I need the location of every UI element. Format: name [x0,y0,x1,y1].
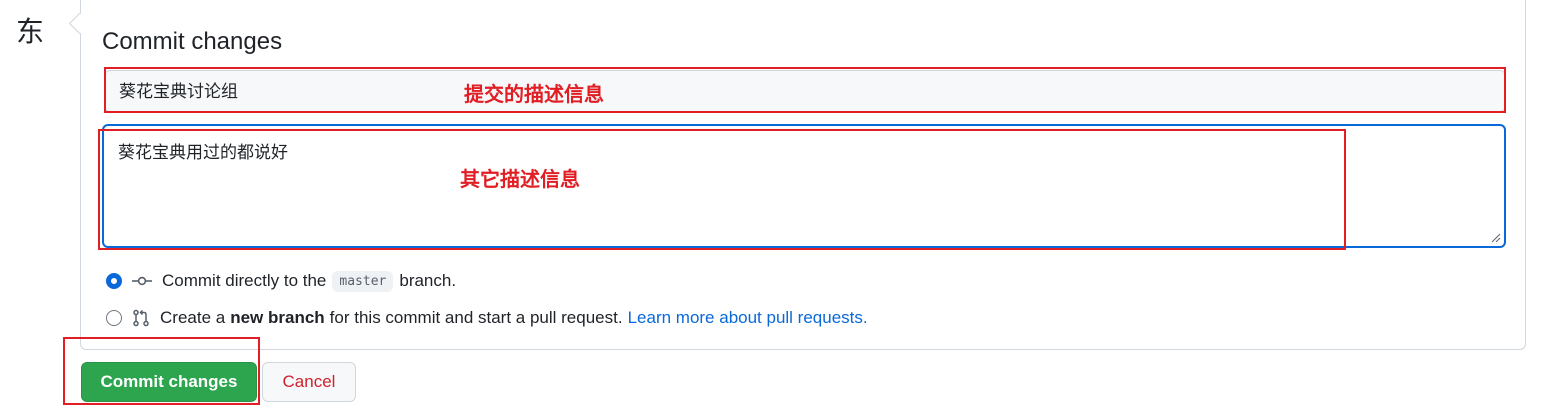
learn-more-pull-requests-link[interactable]: Learn more about pull requests. [628,308,868,328]
commit-title: Commit changes [102,28,283,55]
annotation-box-description [98,129,1346,250]
radio-new-branch[interactable] [106,310,122,326]
annotation-label-description: 其它描述信息 [460,167,580,191]
resize-grip-icon[interactable] [1491,233,1501,243]
annotation-box-summary [104,67,1506,113]
option-new-branch-bold: new branch [230,308,325,327]
git-commit-icon [132,273,152,289]
radio-commit-direct[interactable] [106,273,122,289]
option-commit-direct[interactable]: Commit directly to the master branch. [106,267,456,295]
cancel-button[interactable]: Cancel [262,362,356,402]
git-pull-request-icon [132,309,150,327]
commit-changes-button[interactable]: Commit changes [81,362,257,402]
option-new-branch[interactable]: Create a new branch for this commit and … [106,304,868,332]
branch-name-code: master [332,270,394,292]
option-commit-direct-text-after: branch. [399,271,457,290]
annotation-label-summary: 提交的描述信息 [464,82,604,106]
option-new-branch-text-after: for this commit and start a pull request… [329,308,623,327]
option-commit-direct-text-before: Commit directly to the [162,271,327,290]
option-new-branch-text-before: Create a [160,308,226,327]
avatar: 东 [16,15,45,48]
